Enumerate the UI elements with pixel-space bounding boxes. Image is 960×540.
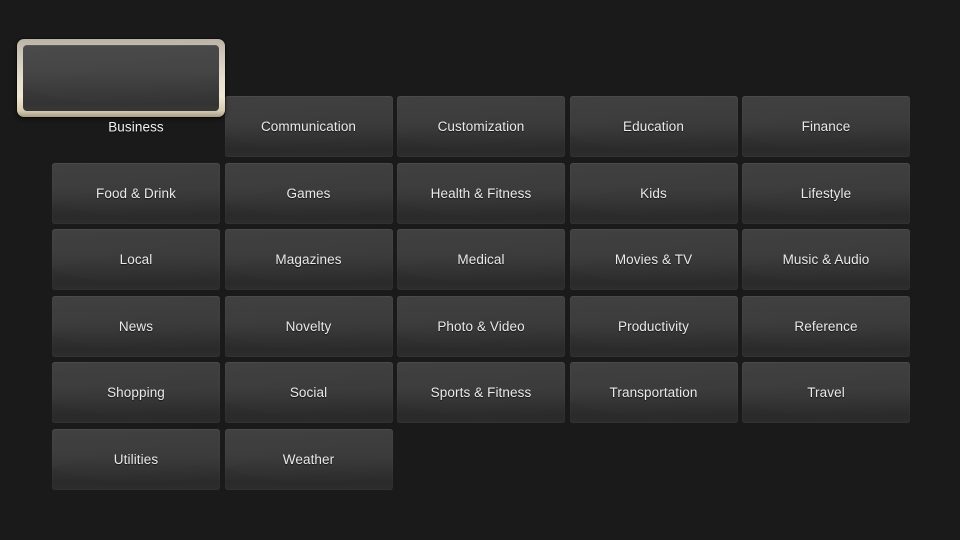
category-tile-label: Travel <box>807 385 845 400</box>
category-tile[interactable]: Lifestyle <box>742 162 910 224</box>
focus-highlight-frame <box>17 39 225 117</box>
category-tile[interactable]: Education <box>569 96 738 157</box>
category-tile[interactable]: Novelty <box>224 295 393 357</box>
category-tile[interactable]: Travel <box>742 362 910 423</box>
category-tile[interactable]: Games <box>224 162 393 224</box>
category-tile-label: Productivity <box>618 318 689 334</box>
category-tile-label: Communication <box>260 119 357 134</box>
category-tile[interactable]: Medical <box>397 229 565 290</box>
category-grid: Business Communication Customization Educat… <box>17 39 910 490</box>
category-tile-label: Customization <box>437 119 525 134</box>
category-tile[interactable]: Weather <box>224 428 393 490</box>
category-tile-label: Games <box>286 185 331 201</box>
category-tile-label: Health & Fitness <box>430 185 532 201</box>
category-tile-label: Music & Audio <box>782 252 870 267</box>
category-tile-label: Education <box>623 119 684 134</box>
category-tile[interactable]: Finance <box>742 96 910 157</box>
category-tile[interactable]: Communication <box>224 96 393 157</box>
category-tile-label: Photo & Video <box>437 318 525 334</box>
category-tile-label: Medical <box>457 252 505 267</box>
category-tile[interactable]: Utilities <box>52 428 220 490</box>
category-tile[interactable]: Reference <box>742 295 910 357</box>
category-tile[interactable]: Social <box>224 362 393 423</box>
category-tile[interactable]: Productivity <box>569 295 738 357</box>
category-tile-label: Finance <box>801 119 851 134</box>
category-tile-label: Movies & TV <box>614 252 693 267</box>
category-tile-label: Shopping <box>107 385 165 400</box>
category-tile[interactable]: Health & Fitness <box>397 162 565 224</box>
category-tile-label: Business <box>108 119 164 134</box>
appstore-categories-screen: Appstore - All Categories BusinessCommun… <box>0 0 960 540</box>
category-tile[interactable]: Music & Audio <box>742 229 910 290</box>
category-tile[interactable]: Local <box>52 229 220 290</box>
category-tile[interactable]: Magazines <box>224 229 393 290</box>
category-tile-label: Magazines <box>275 252 342 267</box>
category-tile[interactable]: Business <box>17 39 237 185</box>
category-tile[interactable]: Customization <box>397 96 565 157</box>
category-tile-label: Weather <box>282 451 335 467</box>
category-tile[interactable]: Photo & Video <box>397 295 565 357</box>
category-tile[interactable]: Sports & Fitness <box>397 362 565 423</box>
focus-tile-surface <box>23 45 219 111</box>
category-tile-label: Lifestyle <box>800 185 852 201</box>
category-tile-label: Transportation <box>609 385 698 400</box>
category-tile[interactable]: Kids <box>569 162 738 224</box>
category-tile-label: Sports & Fitness <box>430 385 532 400</box>
category-tile-label: News <box>118 318 154 334</box>
category-tile-label: Utilities <box>113 451 159 467</box>
category-tile[interactable]: News <box>52 295 220 357</box>
category-tile[interactable]: Shopping <box>52 362 220 423</box>
category-tile-label: Local <box>119 252 153 267</box>
category-tile[interactable]: Movies & TV <box>569 229 738 290</box>
category-tile[interactable]: Transportation <box>569 362 738 423</box>
category-tile-label: Food & Drink <box>96 185 176 201</box>
category-tile-label: Reference <box>794 318 858 334</box>
category-tile-label: Novelty <box>285 318 332 334</box>
category-tile-label: Social <box>289 385 328 400</box>
category-tile-label: Kids <box>640 185 667 201</box>
